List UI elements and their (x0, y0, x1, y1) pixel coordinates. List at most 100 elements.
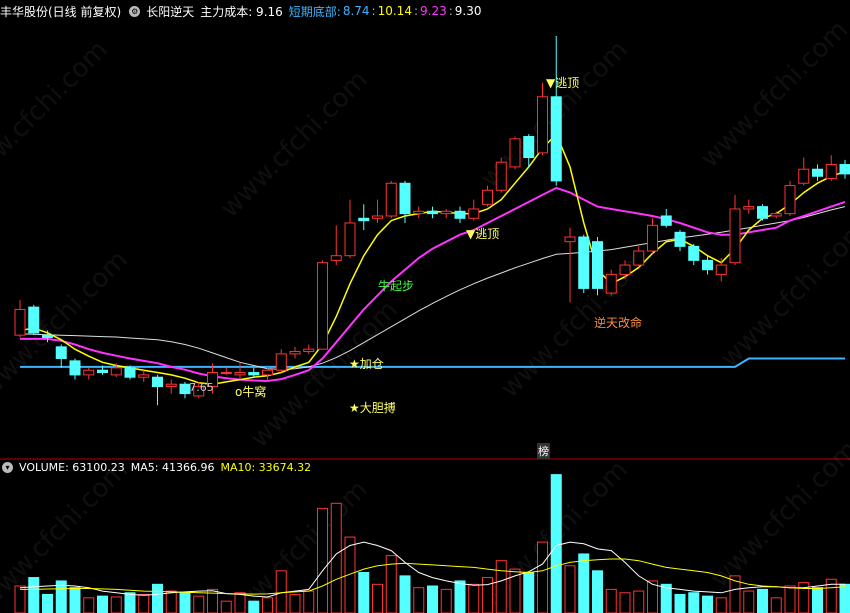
candle (289, 346, 301, 359)
candle-body (440, 210, 452, 215)
candle-body (482, 189, 493, 205)
candle-body (124, 367, 136, 378)
candle-body (660, 215, 672, 226)
candle (743, 199, 755, 214)
candle-body (289, 351, 301, 355)
volume-bar (193, 595, 205, 613)
candle-body (152, 376, 163, 388)
mid-escape-signal: ▼逃顶 (466, 227, 500, 241)
add-position-signal: ★加仓 (349, 357, 384, 371)
volume-bar (138, 593, 150, 613)
candle-body (715, 264, 727, 275)
candle (138, 370, 150, 382)
volume-header: ▾ VOLUME: 63100.23 MA5: 41366.96 MA10: 3… (0, 459, 317, 475)
volume-bar (495, 560, 507, 613)
list-tag[interactable]: 榜 (537, 443, 550, 459)
candle (275, 349, 287, 373)
candle-body (743, 206, 755, 210)
volume-bar (289, 593, 301, 613)
candle-body (14, 308, 26, 336)
candle (798, 157, 810, 186)
candle-body (385, 182, 397, 217)
volume-bar (413, 587, 425, 613)
candle (440, 208, 452, 219)
volume-bar (702, 595, 713, 613)
candle (660, 208, 672, 228)
watermark-text: www.cfchi.com (0, 35, 114, 194)
candle-body (550, 96, 562, 182)
volume-bar (440, 588, 452, 613)
candle (468, 199, 480, 221)
price-header: 丰华股份(日线 前复权) ⚙ 长阳逆天 主力成本: 9.16 短期底部: 8.7… (0, 2, 487, 20)
candle-body (688, 245, 700, 261)
candle-body (495, 161, 507, 191)
candle (647, 218, 658, 254)
volume-bar (69, 587, 81, 613)
bottom-value-4: 9.30 (454, 4, 482, 18)
candle (688, 244, 700, 266)
bottom-value-1: 8.74 (342, 4, 370, 18)
candle-body (69, 360, 81, 376)
candle (124, 365, 136, 380)
volume-bar (592, 570, 603, 613)
candle (537, 82, 548, 156)
candle-body (839, 164, 850, 175)
candle (344, 199, 356, 259)
volume-bar (633, 590, 645, 613)
volume-bar (165, 590, 177, 613)
volume-bar (468, 583, 480, 613)
candle-body (83, 369, 95, 376)
stock-chart[interactable]: www.cfchi.comwww.cfchi.comwww.cfchi.comw… (0, 0, 850, 613)
volume-bar (303, 590, 315, 613)
candle-body (825, 164, 837, 180)
candle (303, 344, 315, 354)
candle-body (592, 241, 603, 289)
separator-3: : (448, 4, 453, 18)
cost-label: 主力成本: 9.16 (200, 4, 283, 19)
candle-body (28, 306, 40, 334)
candle-body (275, 353, 287, 371)
candle-body (330, 255, 342, 261)
indicator-name[interactable]: 长阳逆天 (146, 3, 194, 20)
bottom-value-2: 10.14 (377, 4, 412, 18)
candle-body (619, 264, 631, 275)
volume-bar (28, 577, 40, 613)
volume-bar (97, 595, 108, 613)
candle-body (303, 348, 315, 353)
volume-bar (812, 587, 823, 613)
candle (427, 206, 438, 219)
ma10-label: MA10: 33674.32 (220, 460, 312, 474)
volume-bar (619, 592, 631, 613)
volume-bar (248, 600, 260, 613)
candle-body (757, 206, 768, 219)
low-price-marker: ←7.65 (180, 381, 214, 394)
bottom-value-3: 9.23 (420, 4, 447, 18)
candle-body (399, 182, 411, 215)
candle (317, 260, 328, 350)
indicator-gear-icon[interactable]: ⚙ (129, 5, 141, 17)
volume-bar (537, 541, 548, 613)
candle-body (262, 369, 273, 376)
volume-bar (688, 592, 700, 613)
volume-bar (770, 597, 782, 613)
volume-bar (647, 580, 658, 613)
separator-1: : (371, 4, 376, 18)
candle-body (674, 231, 686, 247)
candle-body (647, 224, 658, 252)
volume-settings-icon[interactable]: ▾ (2, 461, 13, 473)
candle (358, 204, 370, 230)
candle (55, 344, 67, 368)
candle-body (537, 96, 548, 154)
volume-bar (523, 572, 535, 613)
candle-body (97, 369, 108, 374)
volume-bar (839, 583, 850, 613)
bull-nest-signal: o牛窝 (235, 385, 267, 399)
volume-bar (674, 593, 686, 613)
separator-2: : (413, 4, 418, 18)
low-price-value: 7.65 (189, 381, 214, 394)
stock-title[interactable]: 丰华股份(日线 前复权) (0, 3, 121, 20)
candle (784, 180, 796, 216)
volume-bar (550, 474, 562, 613)
candle (83, 367, 95, 380)
candle-body (770, 213, 782, 217)
